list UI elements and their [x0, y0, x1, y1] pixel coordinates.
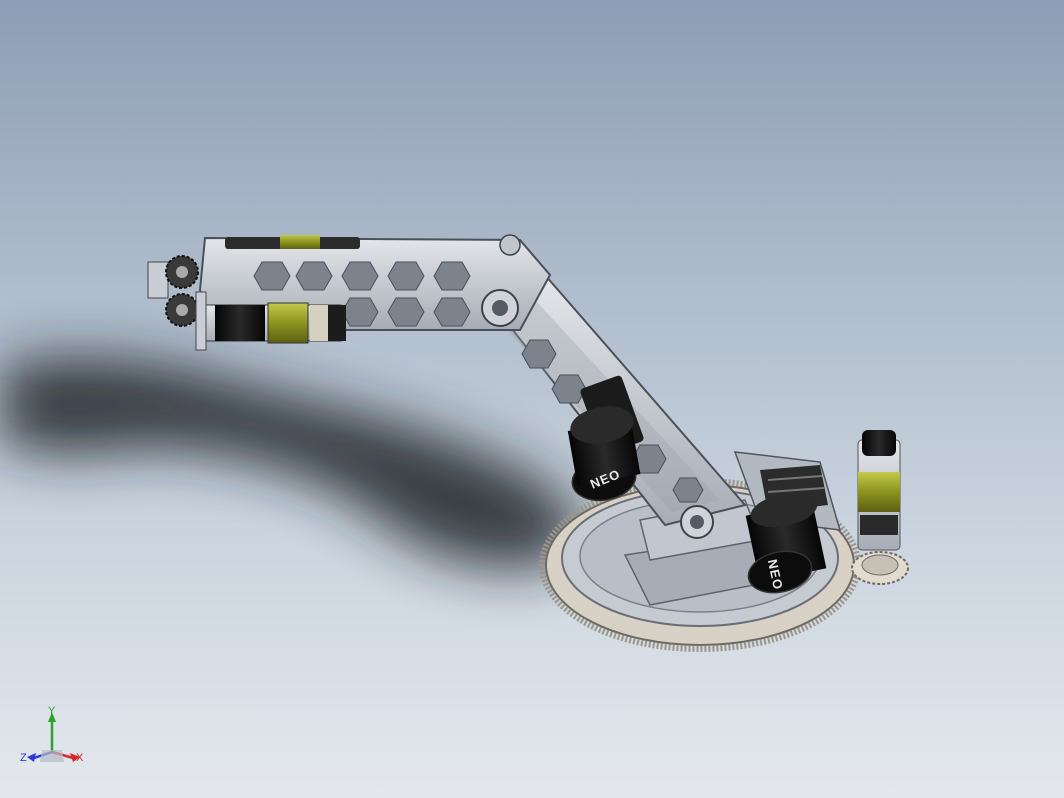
triad-z-label: Z	[20, 752, 27, 764]
triad-x-label: X	[76, 752, 84, 764]
triad-y-label: Y	[48, 705, 56, 717]
cad-viewport[interactable]: NEO NEO Y X Z	[0, 0, 1064, 798]
base-rotation-motor[interactable]	[857, 430, 901, 551]
wrist-motor[interactable]	[199, 302, 346, 344]
robot-arm-model[interactable]: NEO NEO	[0, 0, 1064, 798]
ground-shadow	[0, 357, 581, 568]
end-effector[interactable]	[147, 255, 207, 351]
triad-base-icon	[40, 750, 64, 762]
view-orientation-triad[interactable]: Y X Z	[18, 704, 88, 776]
upper-arm-top-motor[interactable]	[225, 235, 360, 249]
pinion-gear[interactable]	[851, 551, 909, 585]
z-axis-arrow-icon	[27, 753, 36, 762]
